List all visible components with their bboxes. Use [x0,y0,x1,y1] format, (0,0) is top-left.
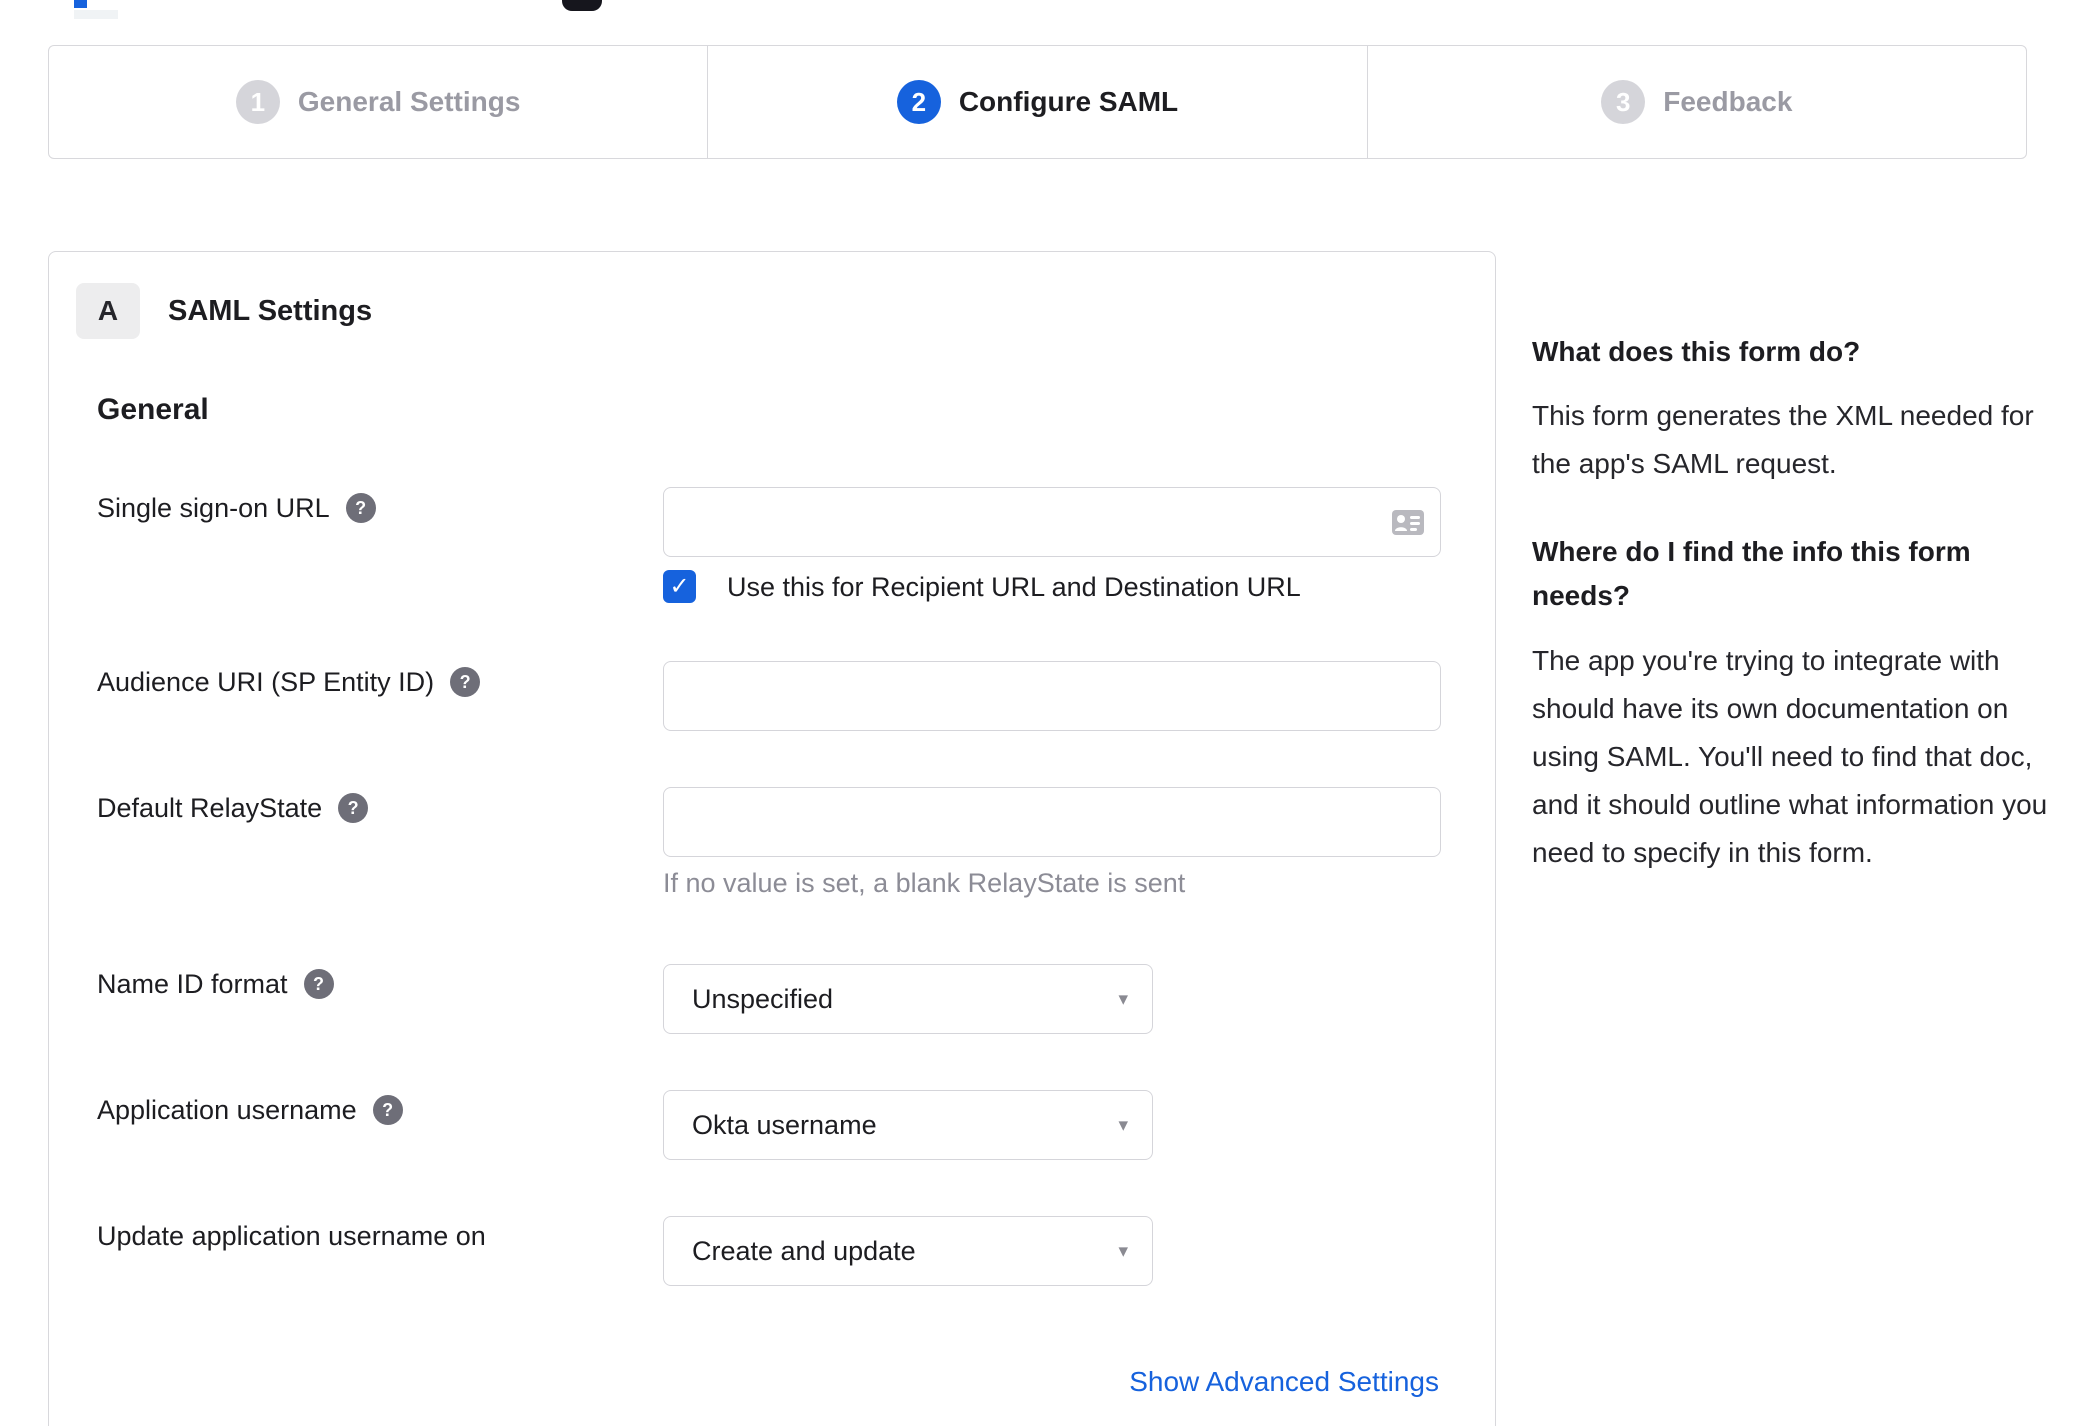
relaystate-help-icon[interactable]: ? [338,793,369,823]
contact-card-icon [1392,510,1424,535]
show-advanced-settings-link[interactable]: Show Advanced Settings [1129,1366,1439,1398]
nameid-format-help-icon[interactable]: ? [303,969,334,999]
use-for-recipient-destination-checkbox[interactable]: ✓ [663,570,696,603]
checkbox-checkmark-icon: ✓ [669,573,690,600]
step-general-settings[interactable]: 1 General Settings [49,46,707,158]
audience-uri-help-icon[interactable]: ? [450,667,481,697]
panel-title: SAML Settings [168,295,373,327]
cutoff-blue-tab-fragment [74,0,87,8]
app-username-help-icon[interactable]: ? [372,1095,403,1125]
nameid-format-selected-value: Unspecified [692,983,834,1014]
audience-uri-input[interactable] [663,661,1441,731]
cutoff-dark-logo-fragment [562,0,602,11]
update-app-username-dropdown[interactable]: Create and update ▾ [663,1216,1153,1286]
relaystate-label: Default RelayState [97,793,323,823]
sidebar-answer-1: This form generates the XML needed for t… [1532,400,2034,479]
cutoff-faint-fragment [74,10,118,19]
chevron-down-icon: ▾ [1118,1114,1128,1136]
general-section-heading: General [97,393,209,426]
step-1-number-badge: 1 [235,80,280,124]
nameid-format-label-row: Name ID format ? [97,967,334,1001]
audience-uri-label: Audience URI (SP Entity ID) [97,667,435,697]
sso-url-label-row: Single sign-on URL ? [97,491,376,525]
help-sidebar: What does this form do? This form genera… [1532,0,2056,1426]
chevron-down-icon: ▾ [1118,1240,1128,1262]
step-1-label: General Settings [297,86,521,117]
app-username-selected-value: Okta username [692,1109,877,1140]
step-2-label: Configure SAML [958,86,1179,117]
sidebar-question-2: Where do I find the info this form needs… [1532,536,1971,611]
update-app-username-label: Update application username on [97,1221,486,1251]
app-username-label: Application username [97,1095,357,1125]
section-a-badge: A [76,283,140,339]
sso-url-help-icon[interactable]: ? [345,493,376,523]
sso-url-label: Single sign-on URL [97,493,330,523]
nameid-format-label: Name ID format [97,969,288,999]
nameid-format-dropdown[interactable]: Unspecified ▾ [663,964,1153,1034]
relaystate-label-row: Default RelayState ? [97,791,369,825]
relaystate-hint: If no value is set, a blank RelayState i… [663,868,1186,898]
app-username-dropdown[interactable]: Okta username ▾ [663,1090,1153,1160]
update-app-username-label-row: Update application username on [97,1219,486,1253]
audience-uri-label-row: Audience URI (SP Entity ID) ? [97,665,481,699]
relaystate-input[interactable] [663,787,1441,857]
chevron-down-icon: ▾ [1118,988,1128,1010]
update-app-username-selected-value: Create and update [692,1235,916,1266]
step-2-number-badge: 2 [896,80,941,124]
saml-settings-panel: A SAML Settings General Single sign-on U… [48,251,1496,1426]
use-for-recipient-destination-label: Use this for Recipient URL and Destinati… [727,572,1301,602]
sidebar-answer-2: The app you're trying to integrate with … [1532,645,2048,868]
sso-url-input[interactable] [663,487,1441,557]
sidebar-question-1: What does this form do? [1532,336,1861,367]
step-configure-saml[interactable]: 2 Configure SAML [707,46,1366,158]
app-username-label-row: Application username ? [97,1093,403,1127]
